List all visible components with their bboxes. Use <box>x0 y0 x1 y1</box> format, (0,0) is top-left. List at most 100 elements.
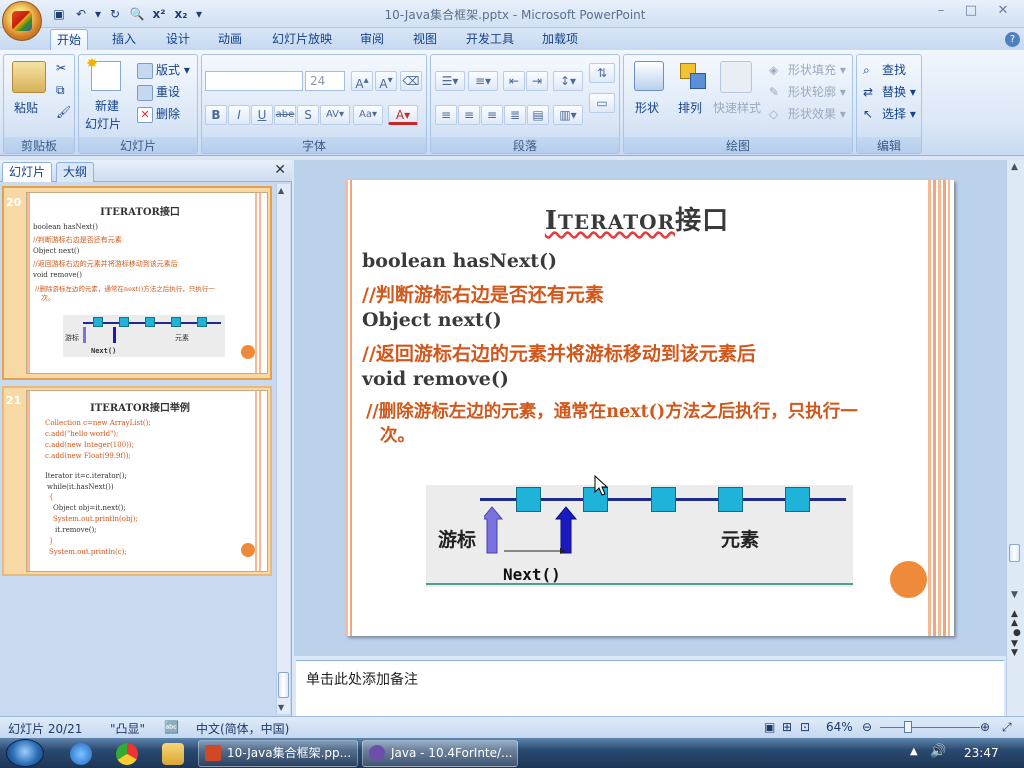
shape-fill-button[interactable]: ◈ 形状填充 ▾ <box>769 61 846 79</box>
save-icon[interactable]: ▣ <box>50 5 68 23</box>
replace-button[interactable]: ⇄ 替换 ▾ <box>863 83 916 101</box>
align-text-icon[interactable]: ▭ <box>589 93 615 113</box>
slide-text-line[interactable]: void remove() <box>362 368 509 390</box>
bold-icon[interactable]: B <box>205 105 227 125</box>
zoom-slider-thumb[interactable] <box>904 721 912 733</box>
char-spacing-icon[interactable]: AV▾ <box>320 105 350 125</box>
align-center-icon[interactable]: ≡ <box>458 105 480 125</box>
slide-thumbnail-21[interactable]: 21 ITERATOR接口举例 Collection c=new ArrayLi… <box>2 386 272 576</box>
shape-effects-button[interactable]: ◇ 形状效果 ▾ <box>769 105 846 123</box>
italic-icon[interactable]: I <box>228 105 250 125</box>
font-name-combo[interactable] <box>205 71 303 91</box>
zoom-out-icon[interactable]: ⊖ <box>862 720 872 734</box>
arrange-icon[interactable] <box>678 61 708 91</box>
change-case-icon[interactable]: Aa▾ <box>353 105 383 125</box>
format-painter-icon[interactable]: 🖌 <box>56 105 71 119</box>
undo-icon[interactable]: ↶ <box>72 5 90 23</box>
line-spacing-icon[interactable]: ↕▾ <box>553 71 583 91</box>
clock[interactable]: 23:47 <box>964 746 999 760</box>
distribute-icon[interactable]: ▤ <box>527 105 549 125</box>
copy-icon[interactable]: ⧉ <box>56 83 65 98</box>
tab-insert[interactable]: 插入 <box>106 29 142 50</box>
slide-thumbnail-20[interactable]: 20 ITERATOR接口 boolean hasNext() //判断游标右边… <box>2 186 272 380</box>
chrome-icon[interactable] <box>116 743 138 765</box>
fit-slide-icon[interactable]: ⤢ <box>1002 720 1012 735</box>
layout-button[interactable]: 版式 ▾ <box>137 61 190 79</box>
help-icon[interactable]: ? <box>1005 32 1020 47</box>
minimize-button[interactable]: – <box>928 2 954 22</box>
slide-text-line[interactable]: boolean hasNext() <box>362 250 557 272</box>
quick-styles-button[interactable]: 快速样式 <box>713 99 761 116</box>
office-button[interactable] <box>2 1 42 41</box>
paste-icon[interactable] <box>12 61 46 93</box>
reset-button[interactable]: 重设 <box>137 83 180 101</box>
increase-indent-icon[interactable]: ⇥ <box>526 71 548 91</box>
align-right-icon[interactable]: ≡ <box>481 105 503 125</box>
shapes-icon[interactable] <box>634 61 664 91</box>
notes-placeholder[interactable]: 单击此处添加备注 <box>306 669 418 689</box>
tab-slideshow[interactable]: 幻灯片放映 <box>266 29 338 50</box>
pane-scrollbar[interactable]: ▲ ▼ <box>276 184 290 714</box>
slide-text-line[interactable]: //删除游标左边的元素，通常在next()方法之后执行，只执行一 <box>366 398 858 423</box>
customize-qat-icon[interactable]: ▾ <box>194 5 204 23</box>
find-button[interactable]: ⌕ 查找 <box>863 61 906 79</box>
decrease-indent-icon[interactable]: ⇤ <box>503 71 525 91</box>
subscript-button[interactable]: x₂ <box>172 5 190 23</box>
slide-canvas[interactable]: ITERATOR接口 boolean hasNext() //判断游标右边是否还… <box>346 180 954 636</box>
tab-developer[interactable]: 开发工具 <box>460 29 520 50</box>
tab-outline[interactable]: 大纲 <box>56 162 95 182</box>
underline-icon[interactable]: U <box>251 105 273 125</box>
align-left-icon[interactable]: ≡ <box>435 105 457 125</box>
taskbar-item-powerpoint[interactable]: 10-Java集合框架.pp... <box>198 740 358 767</box>
tab-addins[interactable]: 加载项 <box>536 29 584 50</box>
shrink-font-icon[interactable]: A▾ <box>375 71 397 91</box>
iterator-diagram[interactable]: 游标 元素 Next() <box>426 485 853 587</box>
arrange-button[interactable]: 排列 <box>678 99 702 116</box>
zoom-slider[interactable] <box>880 727 980 728</box>
normal-view-icon[interactable]: ▣ <box>764 720 775 734</box>
columns-icon[interactable]: ▥▾ <box>553 105 583 125</box>
slide-text-line[interactable]: //判断游标右边是否还有元素 <box>362 280 604 307</box>
font-color-icon[interactable]: A▾ <box>388 105 418 125</box>
folder-icon[interactable] <box>162 743 184 765</box>
new-slide-button-line2[interactable]: 幻灯片 <box>85 115 121 132</box>
notes-pane[interactable]: 单击此处添加备注 <box>296 660 1004 716</box>
numbering-icon[interactable]: ≡▾ <box>468 71 498 91</box>
tab-slides[interactable]: 幻灯片 <box>2 162 53 182</box>
shadow-icon[interactable]: S <box>297 105 319 125</box>
slide-text-line[interactable]: Object next() <box>362 309 502 331</box>
prev-slide-icon[interactable]: ▲ ▲ <box>1011 610 1018 628</box>
volume-icon[interactable]: 🔊 <box>930 744 946 759</box>
tab-view[interactable]: 视图 <box>407 29 443 50</box>
font-size-combo[interactable]: 24 <box>305 71 345 91</box>
editor-scroll-thumb[interactable] <box>1009 544 1020 562</box>
next-slide-icon[interactable]: ▼ ▼ <box>1011 640 1018 658</box>
slide-title[interactable]: ITERATOR接口 <box>346 200 928 237</box>
editor-scrollbar[interactable]: ▲ ▼ ▲ ▲ ● ▼ ▼ <box>1006 160 1024 716</box>
strikethrough-icon[interactable]: abe <box>274 105 296 125</box>
shape-outline-button[interactable]: ✎ 形状轮廓 ▾ <box>769 83 846 101</box>
shapes-button[interactable]: 形状 <box>635 99 659 116</box>
cut-icon[interactable]: ✂ <box>56 61 66 75</box>
scroll-down-icon[interactable]: ▼ <box>1011 590 1018 600</box>
tray-arrow-icon[interactable]: ▲ <box>910 746 918 757</box>
grow-font-icon[interactable]: A▴ <box>351 71 373 91</box>
superscript-button[interactable]: x² <box>150 5 168 23</box>
bullets-icon[interactable]: ☰▾ <box>435 71 465 91</box>
zoom-level[interactable]: 64% <box>826 720 853 734</box>
scroll-down-icon[interactable]: ▼ <box>278 703 284 712</box>
taskbar-item-eclipse[interactable]: Java - 10.4ForInte/... <box>362 740 518 767</box>
slide-text-line[interactable]: //返回游标右边的元素并将游标移动到该元素后 <box>362 339 756 366</box>
zoom-in-icon[interactable]: ⊕ <box>980 720 990 734</box>
text-direction-icon[interactable]: ⇅ <box>589 63 615 83</box>
clear-format-icon[interactable]: ⌫ <box>400 71 422 91</box>
new-slide-icon[interactable]: ✸ <box>86 56 121 91</box>
justify-icon[interactable]: ≣ <box>504 105 526 125</box>
new-slide-button-line1[interactable]: 新建 <box>95 97 119 114</box>
slideshow-view-icon[interactable]: ⊡ <box>800 720 810 734</box>
tab-design[interactable]: 设计 <box>160 29 196 50</box>
quick-styles-icon[interactable] <box>720 61 752 93</box>
slide-sorter-icon[interactable]: ⊞ <box>782 720 792 734</box>
ie-icon[interactable] <box>70 743 92 765</box>
delete-button[interactable]: ✕ 删除 <box>137 105 180 123</box>
